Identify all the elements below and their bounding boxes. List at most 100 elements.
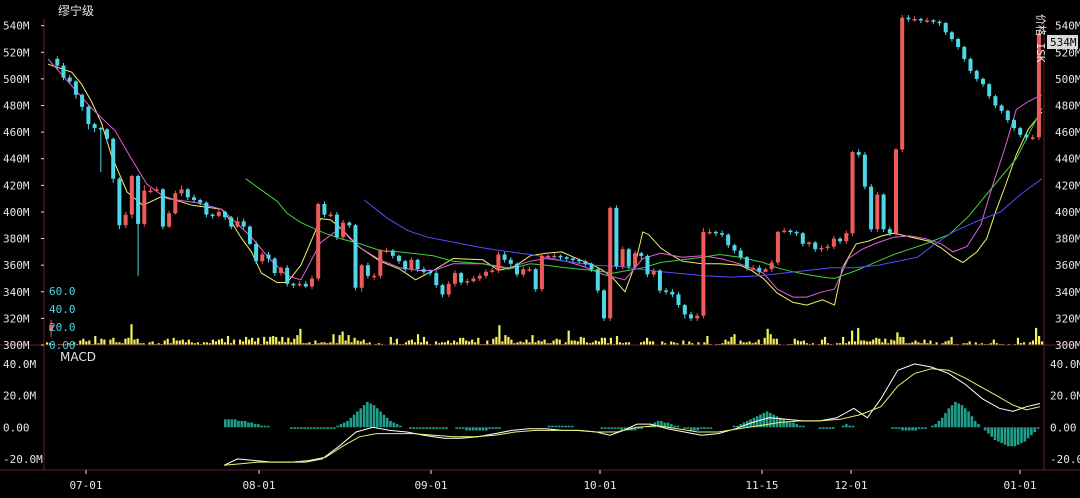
macd-histogram-bar [937, 420, 941, 428]
volume-bar [763, 337, 766, 345]
macd-histogram-bar [795, 424, 799, 428]
y-tick-label-right: 500M [1055, 73, 1080, 86]
volume-bar [823, 336, 827, 345]
volume-bar [287, 337, 290, 345]
macd-histogram-bar [957, 403, 960, 428]
volume-bar [820, 339, 824, 345]
macd-histogram-bar [944, 413, 947, 428]
volume-bar [543, 339, 546, 345]
volume-bar [232, 339, 236, 345]
volume-bar [510, 339, 513, 345]
volume-bar [863, 340, 866, 345]
candle-body [763, 269, 768, 272]
candlesticks [49, 15, 1041, 337]
candle-body [160, 189, 165, 227]
candle-body [322, 204, 327, 215]
macd-histogram-bar [369, 403, 372, 428]
candle-body [981, 78, 985, 85]
candle-body [943, 23, 948, 33]
volume-bar [923, 339, 926, 345]
candle-body [297, 283, 302, 286]
candle-body [359, 265, 364, 288]
macd-histogram-bar [775, 416, 779, 428]
volume-bar [353, 337, 356, 345]
candle-body [136, 176, 141, 224]
macd-histogram-bar [1016, 427, 1020, 445]
candle-body [657, 270, 662, 291]
candle-body [595, 269, 600, 291]
candle-body [800, 233, 805, 244]
macd-histogram-bar [666, 422, 670, 428]
macd-histogram-bar [894, 427, 898, 429]
macd-histogram-bar [567, 425, 571, 428]
candle-body [974, 70, 979, 79]
candle-body [906, 17, 911, 20]
volume-bar [748, 341, 751, 345]
macd-histogram-bar [438, 427, 442, 429]
macd-histogram-bar [385, 417, 389, 428]
macd-tick-label-right: 20.0M [1050, 390, 1080, 403]
macd-histogram-bar [415, 427, 419, 429]
macd-histogram-bar [769, 413, 772, 428]
y-tick-label-right: 440M [1055, 153, 1080, 166]
volume-bar [646, 337, 649, 345]
candle-body [192, 197, 196, 200]
candle-body [129, 176, 134, 215]
macd-histogram-bar [904, 427, 908, 431]
axes: 300M 300M 320M 320M 340M 340M 360M 360M 380M 380M… [0, 19, 1080, 492]
volume-bar [579, 336, 582, 345]
price-chart[interactable]: 300M 300M 320M 320M 340M 340M 360M 360M 380M 380M… [0, 0, 1080, 498]
candle-body [577, 259, 582, 262]
candle-body [744, 257, 749, 268]
macd-histogram-bar [300, 427, 303, 429]
macd-histogram-bar [342, 422, 346, 428]
macd-histogram-bar [240, 420, 244, 428]
candle-body [372, 275, 377, 278]
candle-body [757, 267, 762, 272]
macd-histogram-bar [640, 427, 643, 429]
candle-body [589, 263, 594, 270]
candle-body [664, 290, 669, 292]
macd-histogram-bar [818, 427, 822, 429]
candle-body [98, 128, 103, 130]
volume-bar [477, 337, 480, 345]
macd-histogram-bar [366, 401, 369, 428]
volume-bar [332, 334, 335, 345]
candle-body [477, 275, 482, 279]
candle-body [689, 314, 693, 319]
candle-body [421, 269, 426, 272]
y-tick-label-right: 420M [1055, 179, 1080, 192]
macd-histogram-bar [696, 427, 699, 431]
volume-bar [860, 340, 863, 345]
y-tick-label-left: 520M [3, 46, 30, 59]
x-tick-label: 09-01 [414, 479, 447, 492]
macd-histogram-bar [845, 424, 848, 428]
macd-histogram-bar [921, 427, 924, 429]
macd-histogram-bar [831, 427, 835, 429]
candle-body [626, 249, 631, 267]
macd-tick-label-right: 40.0M [1050, 358, 1080, 371]
candle-body [869, 186, 874, 230]
macd-histogram-bar [699, 427, 703, 429]
volume-bar [899, 336, 902, 345]
candle-body [142, 190, 147, 224]
volume-bar [151, 341, 154, 345]
macd-histogram-bar [914, 427, 918, 431]
macd-histogram-bar [465, 427, 468, 431]
volume-bar [136, 338, 139, 345]
candle-body [831, 238, 836, 247]
macd-histogram-bar [1007, 427, 1010, 447]
x-tick-label: 08-01 [242, 479, 275, 492]
candle-body [465, 281, 470, 283]
candle-body [856, 152, 861, 155]
volume-bar [495, 336, 498, 345]
volume-bar [254, 341, 257, 345]
volume-bar [603, 337, 606, 345]
candle-body [490, 270, 495, 272]
candle-body [440, 285, 445, 295]
candle-body [726, 234, 731, 246]
macd-histogram-bar [825, 427, 828, 429]
candle-body [229, 217, 234, 227]
y-tick-label-right: 380M [1055, 233, 1080, 246]
candle-body [993, 96, 998, 106]
